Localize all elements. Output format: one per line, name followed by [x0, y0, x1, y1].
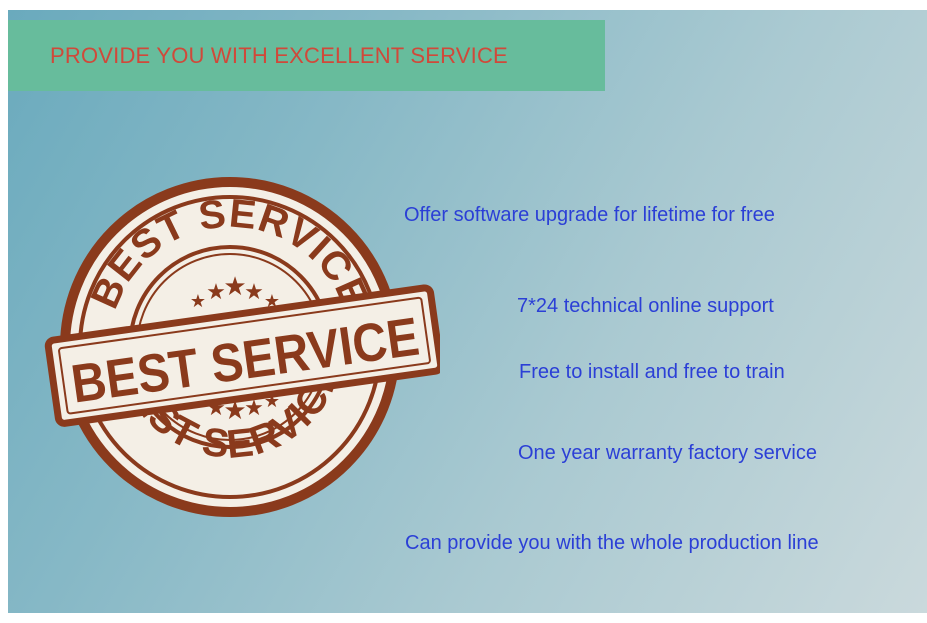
- svg-text:★: ★: [244, 279, 264, 304]
- svg-text:★: ★: [190, 291, 206, 311]
- banner-title: PROVIDE YOU WITH EXCELLENT SERVICE: [50, 43, 508, 68]
- service-panel: PROVIDE YOU WITH EXCELLENT SERVICE BEST …: [8, 10, 927, 613]
- feature-production-line: Can provide you with the whole productio…: [405, 532, 819, 554]
- feature-warranty: One year warranty factory service: [518, 442, 817, 464]
- feature-online-support: 7*24 technical online support: [517, 295, 774, 317]
- best-service-stamp-icon: BEST SERVICE BEST SERVICE ★ ★ ★ ★ ★ ★ ★ …: [44, 177, 440, 517]
- feature-lifetime-upgrade: Offer software upgrade for lifetime for …: [404, 204, 775, 226]
- feature-install-train: Free to install and free to train: [519, 361, 785, 383]
